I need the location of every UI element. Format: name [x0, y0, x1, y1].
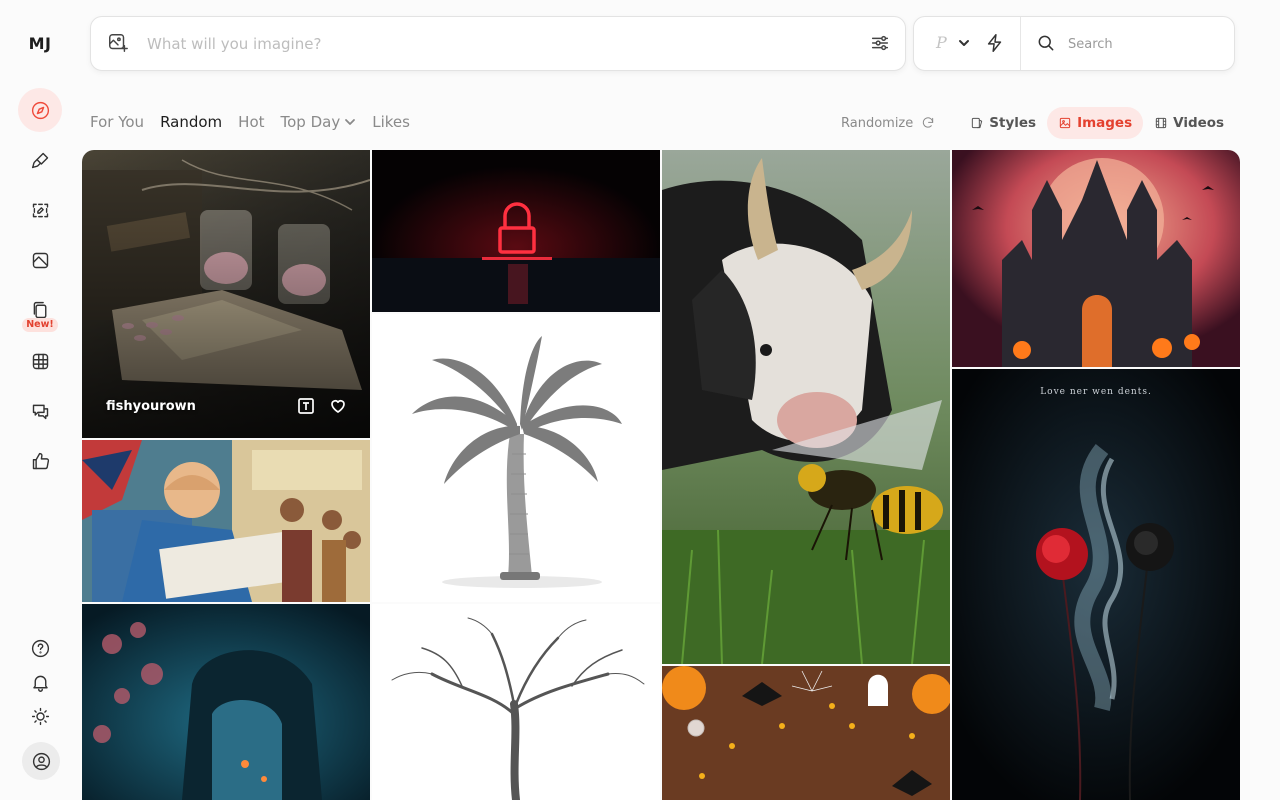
gallery-image-bare-tree[interactable] [372, 604, 660, 800]
compass-icon [30, 100, 51, 121]
image-content [372, 604, 660, 800]
tab-likes[interactable]: Likes [372, 113, 410, 131]
images-label: Images [1077, 115, 1133, 131]
prompt-bar [90, 16, 906, 71]
sidebar-item-rooms[interactable] [18, 339, 62, 383]
organize-icon [30, 250, 51, 271]
image-author[interactable]: fishyourown [106, 399, 196, 414]
tab-random[interactable]: Random [160, 113, 222, 131]
new-badge: New! [22, 318, 58, 332]
tab-label: For You [90, 113, 145, 131]
image-content [662, 666, 950, 800]
settings-sliders-icon[interactable] [869, 32, 891, 54]
chevron-down-icon [344, 116, 356, 128]
videos-button[interactable]: Videos [1143, 107, 1235, 139]
sidebar-item-chat[interactable] [18, 389, 62, 433]
search-input[interactable] [1066, 34, 1220, 54]
tab-label: Hot [238, 113, 265, 131]
chat-icon [30, 401, 51, 422]
images-button[interactable]: Images [1047, 107, 1144, 139]
account-button[interactable] [22, 742, 60, 780]
gallery-image-neon-lock[interactable] [372, 150, 660, 312]
theme-toggle-button[interactable] [18, 694, 62, 738]
image-content [662, 150, 950, 664]
edit-image-icon [30, 200, 51, 221]
divider [1020, 17, 1021, 70]
tab-label: Top Day [280, 113, 341, 131]
heart-icon[interactable] [328, 396, 348, 416]
add-image-icon[interactable] [107, 32, 129, 54]
lightning-icon[interactable] [984, 32, 1006, 54]
gallery-image-castle[interactable] [952, 150, 1240, 367]
image-icon [1058, 116, 1072, 130]
tab-top-day[interactable]: Top Day [281, 113, 357, 131]
paintbrush-icon [30, 150, 51, 171]
gallery-image-cow-wasp[interactable] [662, 150, 950, 664]
image-content [82, 604, 370, 800]
prompt-input[interactable] [145, 32, 849, 56]
randomize-label: Randomize [841, 115, 914, 131]
text-prompt-icon[interactable] [296, 396, 316, 416]
tab-label: Likes [372, 113, 410, 131]
thumbs-up-icon [30, 451, 51, 472]
videos-label: Videos [1173, 115, 1225, 131]
gallery-image-blue-face[interactable] [82, 604, 370, 800]
sidebar-item-edit[interactable] [18, 188, 62, 232]
gallery-image-pill-jars[interactable]: fishyourown [82, 150, 370, 438]
feed-tabs: For You Random Hot Top Day Likes [90, 113, 410, 131]
sidebar-item-organize[interactable] [18, 238, 62, 282]
personalize-toggle[interactable]: P [936, 33, 947, 52]
image-content [372, 150, 660, 312]
tools-bar: P [913, 16, 1235, 71]
grid-globe-icon [30, 351, 51, 372]
film-icon [1154, 116, 1168, 130]
image-content [952, 150, 1240, 367]
image-content [82, 440, 370, 602]
gallery-image-halloween-flatlay[interactable] [662, 666, 950, 800]
image-content [952, 369, 1240, 800]
help-icon [30, 638, 51, 659]
styles-button[interactable]: Styles [959, 107, 1047, 139]
chevron-down-icon[interactable] [958, 37, 970, 49]
randomize-button[interactable]: Randomize [841, 116, 935, 131]
gallery-image-palm-tree[interactable] [372, 314, 660, 602]
gallery-image-subway-reader[interactable] [82, 440, 370, 602]
logo[interactable]: MJ [22, 34, 58, 53]
view-controls: Randomize Styles Images Videos [841, 107, 1235, 139]
tab-label: Random [160, 113, 223, 131]
sidebar-item-explore[interactable] [18, 88, 62, 132]
sidebar-item-likes[interactable] [18, 439, 62, 483]
tab-hot[interactable]: Hot [238, 113, 264, 131]
bell-icon [30, 672, 51, 693]
account-icon [31, 751, 52, 772]
poster-text: Love ner wen dents. [1040, 387, 1152, 397]
gallery-image-rose-poster[interactable]: Love ner wen dents. [952, 369, 1240, 800]
styles-label: Styles [989, 115, 1037, 131]
styles-icon [970, 116, 984, 130]
image-content [372, 314, 660, 602]
tab-for-you[interactable]: For You [90, 113, 144, 131]
sun-icon [30, 706, 51, 727]
refresh-icon [921, 116, 935, 130]
search-icon [1036, 33, 1056, 53]
sidebar-item-create[interactable] [18, 138, 62, 182]
image-content [82, 150, 370, 438]
